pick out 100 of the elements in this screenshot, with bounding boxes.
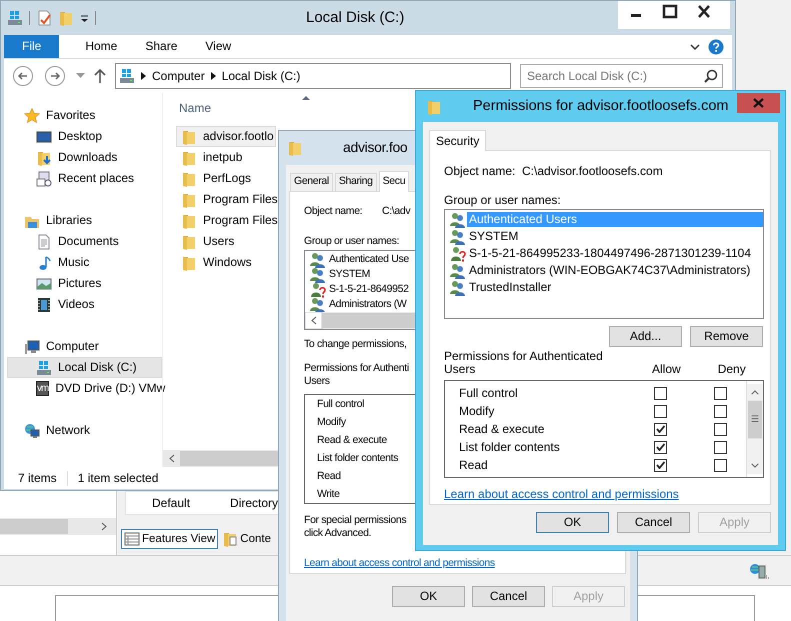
nav-item[interactable]: Videos	[4, 294, 162, 315]
file-row[interactable]: Users	[176, 231, 276, 252]
list-item: Full control	[317, 398, 364, 412]
allow-checkbox[interactable]	[654, 440, 667, 454]
allow-checkbox[interactable]	[654, 386, 667, 400]
ribbon-tab[interactable]: View	[191, 35, 246, 58]
folder-icon	[181, 192, 197, 208]
properties-icon	[36, 10, 52, 26]
nav-item[interactable]: Recent places	[4, 168, 162, 189]
folder-icon	[181, 128, 197, 144]
nav-item[interactable]: Downloads	[4, 147, 162, 168]
table-cell: Directory	[230, 496, 278, 510]
dialog-button[interactable]: Cancel	[617, 512, 690, 533]
instruction-text: To change permissions,	[304, 338, 407, 352]
file-row[interactable]: inetpub	[176, 147, 276, 168]
file-row[interactable]: Windows	[176, 252, 276, 273]
file-row[interactable]: advisor.footlo	[176, 126, 276, 147]
dialog-button[interactable]: OK	[536, 512, 609, 533]
ribbon-tab[interactable]: Share	[131, 35, 192, 58]
drive-icon	[7, 10, 23, 26]
drive-icon	[119, 68, 135, 84]
nav-item[interactable]: Pictures	[4, 273, 162, 294]
recent-places-icon	[36, 170, 52, 186]
allow-checkbox[interactable]	[654, 404, 667, 418]
content-view-tab[interactable]: Conte	[219, 529, 274, 549]
nav-item[interactable]: Music	[4, 252, 162, 273]
nav-item[interactable]: Desktop	[4, 126, 162, 147]
deny-checkbox[interactable]	[714, 386, 727, 400]
folder-icon	[426, 98, 442, 114]
help-link[interactable]: Learn about access control and permissions	[304, 557, 495, 570]
dialog-title: Permissions for advisor.footloosefs.com	[473, 97, 728, 116]
deny-checkbox[interactable]	[714, 422, 727, 436]
list-item: Modify	[458, 404, 496, 418]
dialog-button[interactable]: Cancel	[472, 586, 545, 607]
window-title: Local Disk (C:)	[306, 8, 404, 28]
nav-item[interactable]: Libraries	[4, 210, 162, 231]
list-item[interactable]: Administrators (WIN-EOBGAK74C37\Administrators)	[467, 263, 752, 278]
dialog-button[interactable]: Add...	[609, 326, 682, 347]
field-value: C:\adv	[382, 205, 410, 219]
list-item[interactable]: Authenticated Use	[327, 253, 411, 266]
list-item[interactable]: S-1-5-21-864995233-1804497496-2871301239-1104	[467, 246, 754, 261]
deny-checkbox[interactable]	[714, 404, 727, 418]
allow-checkbox[interactable]	[654, 422, 667, 436]
dialog-title: advisor.foo	[343, 139, 408, 157]
breadcrumb-arrow-icon	[141, 72, 146, 80]
dropdown-caret-icon[interactable]	[76, 73, 85, 79]
ribbon-tab[interactable]: Home	[71, 35, 132, 58]
nav-item[interactable]: Local Disk (C:)	[7, 357, 162, 378]
list-item: List folder contents	[458, 440, 561, 454]
up-arrow-icon[interactable]	[94, 68, 106, 84]
list-item: Write	[317, 488, 340, 502]
tab[interactable]: Secu	[378, 171, 410, 192]
features-view-tab[interactable]: Features View	[121, 529, 218, 549]
table-icon	[124, 531, 140, 547]
dialog-button[interactable]: OK	[392, 586, 465, 607]
search-icon	[704, 69, 718, 83]
nav-item[interactable]: Computer	[4, 336, 162, 357]
list-item[interactable]: Administrators (W	[327, 298, 408, 312]
nav-item[interactable]: Favorites	[4, 105, 162, 126]
list-item: Read & execute	[317, 434, 387, 448]
drive-badge: vm	[36, 381, 50, 396]
field-label: Group or user names:	[444, 193, 561, 208]
list-item[interactable]: S-1-5-21-8649952	[327, 283, 411, 296]
field-label: Object name:	[444, 164, 516, 180]
status-text: 7 items	[18, 470, 68, 486]
breadcrumb-arrow-icon	[210, 72, 216, 80]
nav-item[interactable]: Network	[4, 420, 162, 441]
list-item[interactable]: SYSTEM	[467, 229, 520, 244]
deny-checkbox[interactable]	[714, 440, 727, 454]
help-link[interactable]: Learn about access control and permissions	[444, 487, 679, 501]
field-label: Permissions for Authenticated Users	[444, 350, 604, 376]
download-folder-icon	[36, 150, 52, 166]
file-row[interactable]: Program Files	[176, 210, 276, 231]
check-icon	[656, 443, 665, 451]
allow-checkbox[interactable]	[654, 458, 667, 472]
nav-item[interactable]: Documents	[4, 231, 162, 252]
search-box[interactable]: Search Local Disk (C:)	[520, 64, 723, 88]
ribbon-tab[interactable]: File	[4, 35, 60, 58]
tab[interactable]: Sharing	[334, 173, 377, 191]
dialog-button[interactable]: Remove	[690, 326, 763, 347]
list-item[interactable]: TrustedInstaller	[467, 280, 554, 295]
list-item: Full control	[458, 386, 519, 400]
file-row[interactable]: Program Files	[176, 189, 276, 210]
folder-icon	[181, 170, 197, 186]
breadcrumb[interactable]: Computer	[152, 68, 205, 84]
unknown-user-icon	[449, 246, 466, 262]
column-header: Deny	[718, 363, 746, 376]
list-item[interactable]: SYSTEM	[327, 268, 372, 282]
column-header[interactable]: Name	[179, 100, 212, 116]
tab[interactable]: Security	[429, 130, 486, 151]
address-bar[interactable]: Computer Local Disk (C:)	[115, 63, 511, 89]
forward-icon[interactable]	[44, 65, 66, 87]
tab[interactable]: General	[290, 173, 333, 191]
file-row[interactable]: PerfLogs	[176, 168, 276, 189]
back-icon[interactable]	[12, 65, 34, 87]
breadcrumb[interactable]: Local Disk (C:)	[222, 68, 300, 84]
users-icon	[449, 262, 466, 278]
deny-checkbox[interactable]	[714, 458, 727, 472]
unknown-user-icon	[309, 282, 326, 298]
folder-icon	[58, 10, 74, 26]
